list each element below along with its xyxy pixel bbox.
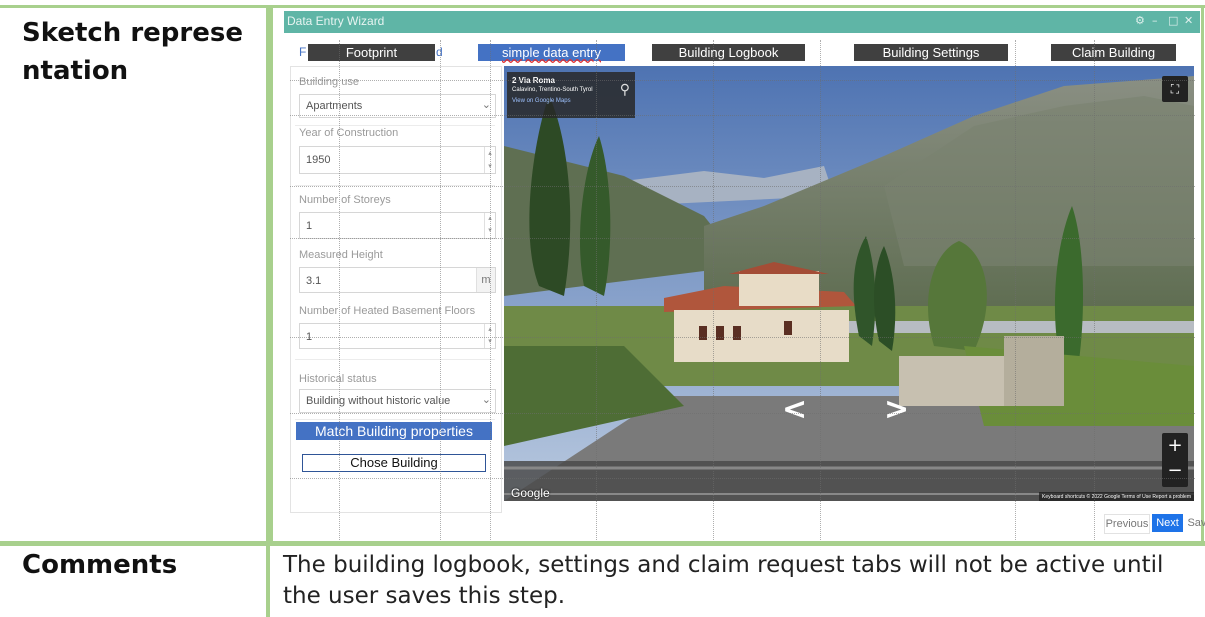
match-building-properties-button[interactable]: Match Building properties — [296, 422, 492, 440]
tab-building-settings[interactable]: Building Settings — [854, 44, 1008, 61]
heated-basement-floors-input[interactable]: 1 ▴ ▾ — [299, 323, 496, 349]
guide-line — [290, 337, 1195, 338]
previous-button[interactable]: Previous — [1104, 514, 1150, 534]
maximize-icon[interactable]: □ — [1168, 14, 1178, 27]
comment-text: The building logbook, settings and claim… — [283, 552, 1164, 609]
year-of-construction-input[interactable]: 1950 ▴ ▾ — [299, 146, 496, 174]
building-form-panel: Building use Apartments ⌄ Year of Constr… — [290, 66, 502, 513]
settings-icon[interactable]: ⚙ — [1135, 14, 1145, 27]
view-on-google-maps-link[interactable]: View on Google Maps — [512, 98, 571, 104]
wizard-title: Data Entry Wizard — [287, 14, 385, 28]
tab-footprint[interactable]: Footprint — [308, 44, 435, 61]
number-of-storeys-input[interactable]: 1 ▴ ▾ — [299, 212, 496, 239]
historical-status-select[interactable]: Building without historic value ⌄ — [299, 389, 496, 413]
guide-line — [290, 413, 1195, 414]
save-button[interactable]: Save — [1186, 514, 1205, 532]
data-entry-wizard-window: Data Entry Wizard ⚙ – □ ✕ F Footprint d … — [284, 11, 1205, 541]
historical-status-value: Building without historic value — [306, 395, 451, 407]
table-border-top — [0, 5, 1205, 8]
map-attribution[interactable]: Keyboard shortcuts © 2022 Google Terms o… — [1039, 492, 1194, 501]
guide-line — [290, 186, 1195, 187]
measured-height-label: Measured Height — [299, 249, 383, 261]
next-button[interactable]: Next — [1152, 514, 1183, 532]
arrow-left-icon[interactable]: < — [782, 392, 807, 427]
map-pin-icon[interactable]: ⚲ — [620, 81, 630, 98]
arrow-right-icon[interactable]: > — [884, 392, 909, 427]
comments-label: Comments — [22, 550, 178, 580]
tab-claim-building[interactable]: Claim Building — [1051, 44, 1176, 61]
form-separator — [295, 359, 495, 360]
tab-simple-data-entry[interactable]: simple data entry — [478, 44, 625, 61]
tab-footprint-ghost-left: F — [299, 45, 307, 59]
form-separator — [295, 419, 495, 420]
heated-basement-floors-label: Number of Heated Basement Floors — [299, 305, 476, 317]
guide-line — [290, 478, 1195, 479]
guide-line — [290, 80, 1195, 81]
measured-height-value: 3.1 — [306, 275, 322, 287]
table-row-divider — [0, 541, 1205, 546]
building-use-label: Building use — [299, 76, 359, 88]
zoom-in-icon[interactable]: + — [1162, 435, 1188, 456]
google-logo: Google — [511, 486, 550, 500]
year-of-construction-value: 1950 — [306, 154, 331, 166]
close-icon[interactable]: ✕ — [1184, 14, 1193, 27]
measured-height-input[interactable]: 3.1 m — [299, 267, 496, 293]
number-of-storeys-value: 1 — [306, 220, 313, 232]
number-of-storeys-label: Number of Storeys — [299, 194, 391, 206]
year-of-construction-label: Year of Construction — [299, 127, 399, 139]
guide-line — [290, 238, 1195, 239]
street-view-panel[interactable]: 2 Via Roma Calavino, Trentino-South Tyro… — [504, 66, 1194, 501]
chose-building-button[interactable]: Chose Building — [302, 454, 486, 472]
tab-simple-data-entry-label: simple data entry — [502, 45, 601, 60]
table-divider-right-inner — [270, 8, 273, 542]
table-border-right — [1201, 5, 1204, 546]
tab-building-logbook[interactable]: Building Logbook — [652, 44, 805, 61]
address-line-2: Calavino, Trentino-South Tyrol — [512, 87, 593, 93]
historical-status-label: Historical status — [299, 373, 377, 385]
sketch-representation-label: Sketch representation — [22, 18, 243, 86]
form-separator — [295, 125, 495, 126]
building-use-value: Apartments — [306, 100, 363, 112]
minimize-icon[interactable]: – — [1152, 14, 1158, 27]
address-card: 2 Via Roma Calavino, Trentino-South Tyro… — [507, 72, 635, 118]
height-unit: m — [476, 268, 495, 292]
guide-line — [290, 115, 1195, 116]
wizard-titlebar: Data Entry Wizard ⚙ – □ ✕ — [284, 11, 1200, 33]
street-view-image — [504, 66, 1194, 501]
